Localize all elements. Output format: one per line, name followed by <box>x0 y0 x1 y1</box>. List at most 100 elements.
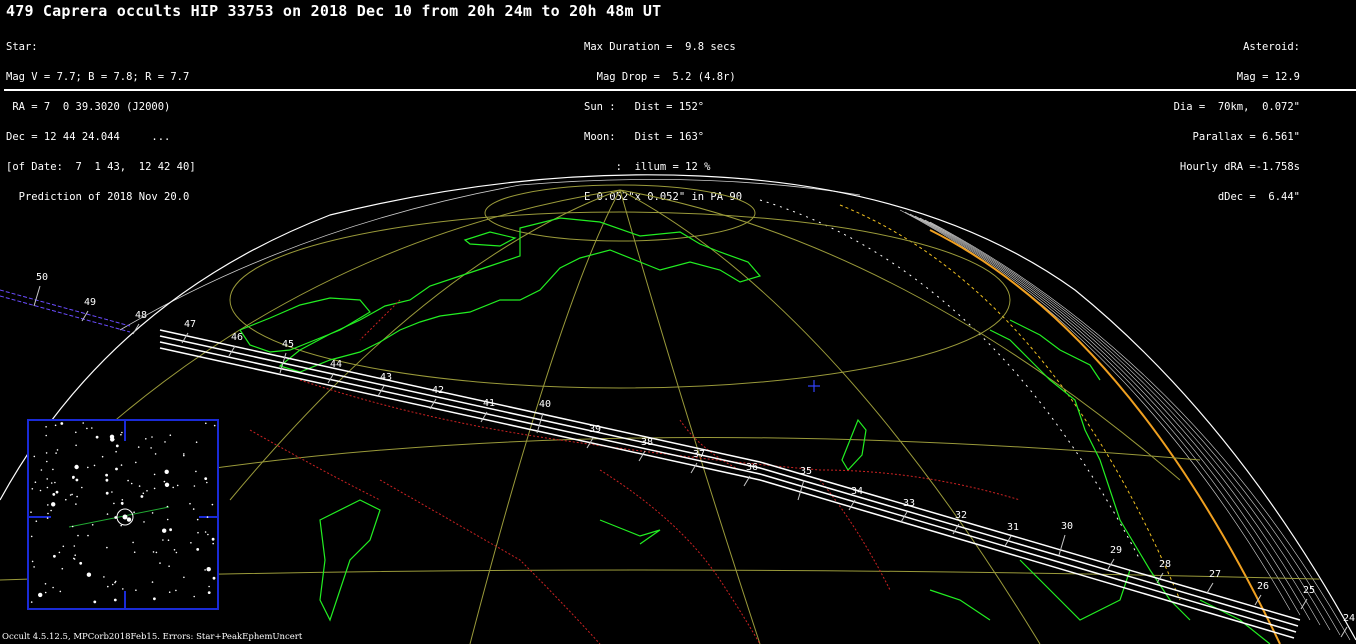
star-dot <box>79 561 83 565</box>
star-dot <box>55 490 59 494</box>
star-dot <box>121 503 124 505</box>
center-cross-icon <box>808 380 820 392</box>
star-dot <box>114 516 118 519</box>
star-dot <box>60 422 64 425</box>
star-dot <box>127 479 129 482</box>
star-dot <box>168 591 171 593</box>
path-tick <box>1206 582 1214 594</box>
star-dot <box>113 502 115 505</box>
star-dot <box>109 434 115 439</box>
path-tick-label: 41 <box>483 398 495 409</box>
star-dot <box>53 554 56 558</box>
star-dot <box>183 454 185 457</box>
star-dot <box>173 549 176 551</box>
star-dot <box>62 545 65 548</box>
path-tick-label: 46 <box>231 332 243 343</box>
path-tick-label: 45 <box>282 339 294 350</box>
star-dot <box>183 576 185 579</box>
star-dot <box>189 502 191 505</box>
star-dot <box>126 517 132 522</box>
star-dot <box>39 489 42 492</box>
star-dot <box>93 464 96 467</box>
star-dot <box>175 551 178 554</box>
path-tick <box>1300 598 1308 610</box>
star-dot <box>151 512 154 514</box>
star-dot <box>138 485 141 487</box>
star-dot <box>151 581 154 583</box>
star-dot <box>145 438 147 440</box>
star-dot <box>33 455 36 458</box>
path-tick-label: 47 <box>184 319 196 330</box>
star-dot <box>44 591 47 594</box>
star-dot <box>133 551 136 553</box>
star-dot <box>54 481 56 484</box>
star-dot <box>77 534 79 537</box>
star-dot <box>31 560 34 563</box>
star-dot <box>213 424 216 427</box>
star-dot <box>111 491 113 493</box>
star-dot <box>169 434 172 436</box>
path-tick-label: 42 <box>432 385 444 396</box>
star-field-chart <box>29 421 217 608</box>
path-tick-label: 35 <box>800 466 812 477</box>
star-dot <box>75 503 77 505</box>
target-star <box>122 514 128 520</box>
star-dot <box>164 482 170 487</box>
star-dot <box>75 478 79 482</box>
star-dot <box>207 591 211 594</box>
star-field-inset <box>27 419 219 610</box>
star-dot <box>121 431 123 434</box>
star-dot <box>38 592 43 598</box>
star-dot <box>111 583 114 586</box>
star-dot <box>121 499 124 501</box>
star-dot <box>107 585 109 588</box>
path-tick-label: 44 <box>330 359 342 370</box>
star-dot <box>45 434 47 437</box>
path-tick <box>327 372 335 384</box>
star-dot <box>106 513 109 515</box>
star-dot <box>159 562 161 564</box>
path-tick-label: 48 <box>135 310 147 321</box>
software-footer: Occult 4.5.12.5, MPCorb2018Feb15. Errors… <box>2 632 303 642</box>
star-dot <box>91 524 94 526</box>
star-dot <box>166 505 169 508</box>
path-tick-label: 43 <box>380 372 392 383</box>
path-tick <box>797 479 805 501</box>
star-dot <box>164 441 166 443</box>
star-dot <box>193 595 195 598</box>
star-dot <box>120 433 122 436</box>
star-dot <box>65 498 67 501</box>
star-dot <box>30 535 33 538</box>
star-dot <box>146 490 148 492</box>
star-dot <box>211 503 214 506</box>
star-dot <box>52 493 56 496</box>
path-tick-label: 34 <box>851 486 863 497</box>
star-dot <box>155 551 158 554</box>
star-dot <box>75 431 77 434</box>
star-dot <box>113 598 117 602</box>
star-dot <box>162 539 164 541</box>
star-dot <box>87 466 89 469</box>
star-dot <box>143 521 145 523</box>
star-dot <box>135 589 137 591</box>
star-dot <box>40 469 43 471</box>
star-dot <box>204 569 206 571</box>
star-dot <box>151 436 153 438</box>
star-dot <box>45 426 47 428</box>
star-dot <box>204 531 207 533</box>
star-dot <box>152 551 155 553</box>
star-dot <box>81 486 83 489</box>
star-dot <box>30 601 33 603</box>
star-dot <box>183 453 185 455</box>
star-dot <box>58 551 61 554</box>
star-dot <box>172 486 174 489</box>
path-tick-label: 32 <box>955 510 967 521</box>
path-tick-label: 28 <box>1159 559 1171 570</box>
star-dot <box>71 493 73 496</box>
star-dot <box>103 576 105 578</box>
star-dot <box>91 427 93 429</box>
star-dot <box>46 486 49 489</box>
star-dot <box>46 517 49 519</box>
star-dot <box>52 586 54 589</box>
path-tick-label: 37 <box>693 449 705 460</box>
